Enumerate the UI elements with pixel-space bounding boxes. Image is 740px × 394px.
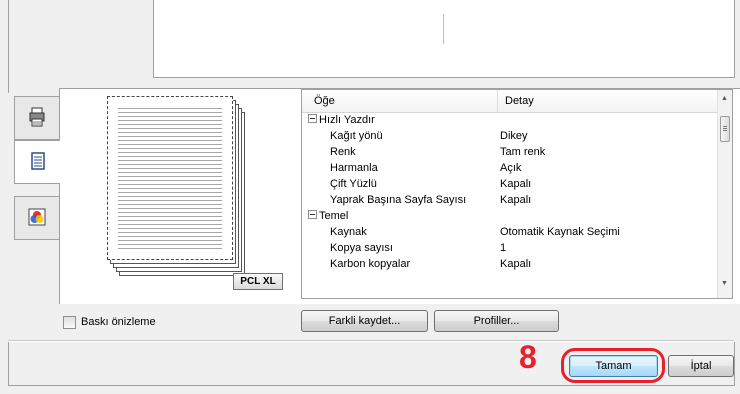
list-item[interactable]: Çift Yüzlü Kapalı [302, 177, 718, 192]
group-row[interactable]: Temel [302, 209, 718, 224]
list-item[interactable]: Harmanla Açık [302, 161, 718, 176]
collapse-icon[interactable] [308, 210, 317, 219]
scroll-up-icon[interactable]: ▲ [721, 95, 728, 102]
list-item[interactable]: Yaprak Başına Sayfa Sayısı Kapalı [302, 193, 718, 208]
save-as-button[interactable]: Farkli kaydet... [301, 310, 428, 332]
list-header: Öğe Detay [302, 90, 718, 113]
pdl-badge: PCL XL [233, 273, 283, 290]
column-header-detail[interactable]: Detay [505, 95, 534, 107]
upper-content-box [153, 0, 735, 78]
scroll-down-icon[interactable]: ▼ [721, 280, 728, 287]
document-icon [30, 151, 45, 173]
upper-divider [443, 14, 444, 44]
color-icon [28, 208, 46, 229]
page-preview [107, 96, 247, 286]
list-item[interactable]: Kaynak Otomatik Kaynak Seçimi [302, 225, 718, 240]
ok-button[interactable]: Tamam [569, 355, 658, 377]
scroll-thumb[interactable] [720, 116, 730, 142]
list-item[interactable]: Kağıt yönü Dikey [302, 129, 718, 144]
tab-layout[interactable] [14, 140, 60, 184]
vertical-scrollbar[interactable]: ▲ ▼ [717, 90, 732, 298]
preview-checkbox[interactable] [63, 316, 76, 329]
list-item[interactable]: Karbon kopyalar Kapalı [302, 257, 718, 272]
settings-list[interactable]: Öğe Detay Hızlı Yazdır Kağıt yönü Dikey … [301, 89, 733, 299]
tab-printer[interactable] [14, 96, 60, 140]
printer-icon [29, 107, 45, 130]
preview-checkbox-label: Baskı önizleme [81, 316, 156, 328]
profiles-button[interactable]: Profiller... [434, 310, 559, 332]
group-row[interactable]: Hızlı Yazdır [302, 113, 718, 128]
dialog-left-edge [8, 0, 9, 93]
step-number: 8 [519, 339, 537, 375]
list-item[interactable]: Kopya sayısı 1 [302, 241, 718, 256]
column-header-item[interactable]: Öğe [314, 95, 335, 107]
tab-color[interactable] [14, 196, 60, 240]
collapse-icon[interactable] [308, 114, 317, 123]
list-item[interactable]: Renk Tam renk [302, 145, 718, 160]
cancel-button[interactable]: İptal [668, 355, 734, 377]
